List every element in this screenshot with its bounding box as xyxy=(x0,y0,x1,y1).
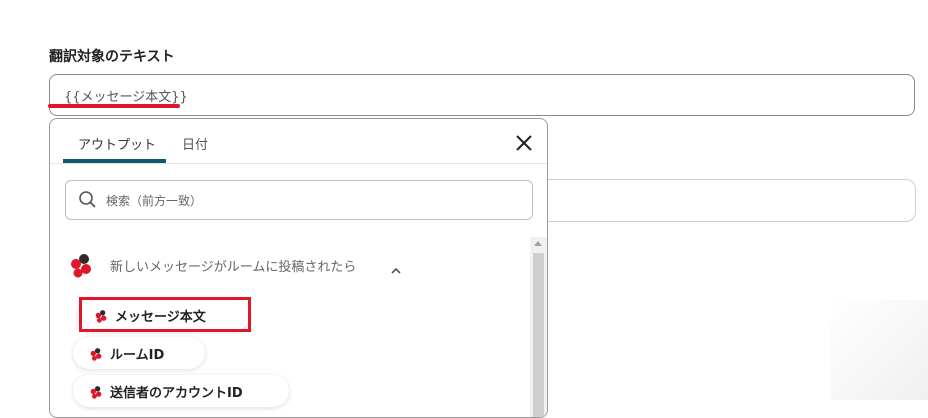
highlight-underline xyxy=(48,104,180,108)
app-logo-icon xyxy=(89,384,103,399)
app-logo-icon xyxy=(89,346,103,361)
corner-shade xyxy=(830,300,928,400)
secondary-field[interactable] xyxy=(540,179,916,222)
dropdown-tabs: アウトプット 日付 xyxy=(50,119,547,164)
search-box xyxy=(65,180,533,220)
output-dropdown: アウトプット 日付 検索（前方一致） 新しいメッセージがルームに投稿されたら メ… xyxy=(49,118,548,418)
chevron-up-icon[interactable] xyxy=(390,261,402,274)
tab-output[interactable]: アウトプット xyxy=(78,134,156,153)
output-item-sender-account-id[interactable]: 送信者のアカウントID xyxy=(73,375,289,407)
scrollbar[interactable] xyxy=(530,237,547,417)
close-icon[interactable] xyxy=(512,131,536,155)
item-label: ルームID xyxy=(110,348,165,363)
search-icon xyxy=(78,190,98,210)
tab-date[interactable]: 日付 xyxy=(182,134,208,153)
active-tab-indicator xyxy=(63,159,166,163)
output-item-message-body[interactable]: メッセージ本文 xyxy=(78,299,250,331)
scroll-thumb[interactable] xyxy=(533,253,544,417)
item-label: 送信者のアカウントID xyxy=(110,386,243,401)
field-label: 翻訳対象のテキスト xyxy=(49,49,175,65)
search-input[interactable] xyxy=(104,187,508,215)
group-label: 新しいメッセージがルームに投稿されたら xyxy=(110,260,357,275)
item-label: メッセージ本文 xyxy=(115,310,206,325)
scroll-up-arrow[interactable] xyxy=(534,241,542,246)
output-item-room-id[interactable]: ルームID xyxy=(73,337,205,369)
translation-text-field[interactable]: {{メッセージ本文}} xyxy=(49,74,915,116)
field-value-token[interactable]: {{メッセージ本文}} xyxy=(64,86,188,105)
app-logo-icon xyxy=(94,308,108,323)
app-logo-icon xyxy=(68,252,94,278)
